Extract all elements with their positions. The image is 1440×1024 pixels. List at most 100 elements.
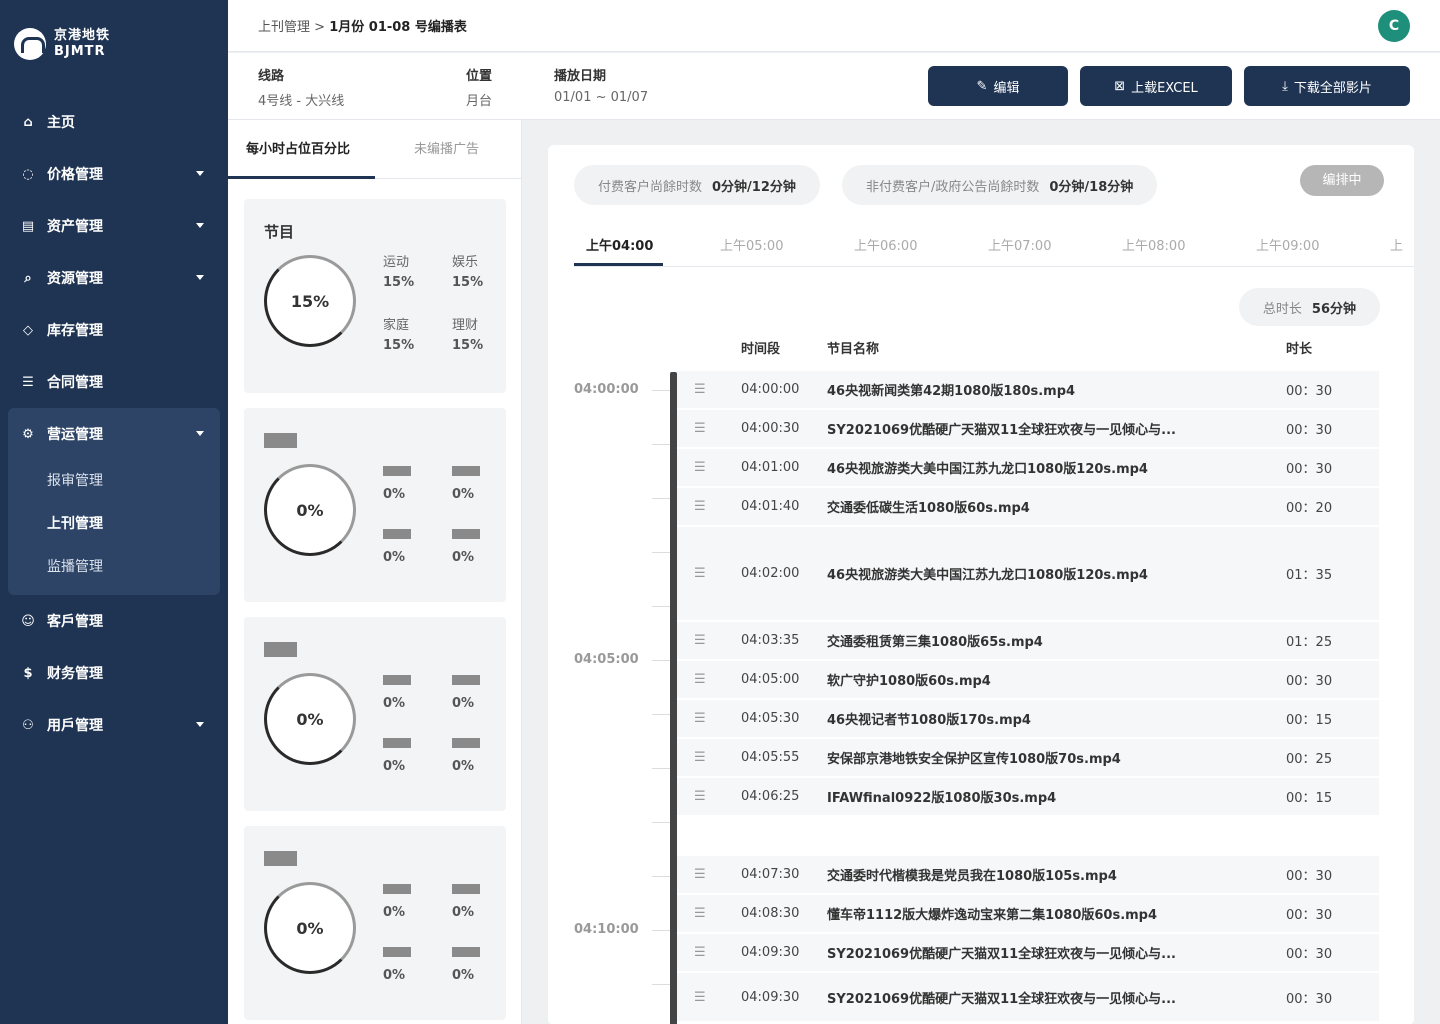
percent-ring: 0% [264, 673, 356, 765]
sidebar-item-assets[interactable]: ▤ 资产管理 [8, 200, 220, 252]
tab-hour-0900[interactable]: 上午09:00 [1256, 235, 1319, 254]
row-duration: 00：30 [1286, 947, 1333, 962]
timeline-tick [652, 444, 670, 445]
position-value: 月台 [466, 94, 493, 109]
schedule-row[interactable]: ☰ 04:05:00 软广守护1080版60s.mp4 00：30 [677, 661, 1379, 700]
row-time: 04:00:30 [741, 421, 800, 436]
row-name: 软广守护1080版60s.mp4 [827, 674, 991, 689]
schedule-row[interactable]: ☰ 04:07:30 交通委时代楷模我是党员我在1080版105s.mp4 00… [677, 856, 1379, 895]
drag-handle-icon[interactable]: ☰ [694, 990, 706, 1005]
timeline-tick [652, 498, 670, 499]
schedule-row[interactable]: ☰ 04:06:25 IFAWfinal0922版1080版30s.mp4 00… [677, 778, 1379, 817]
stat-value: 0% [452, 696, 475, 711]
free-remaining-value: 0分钟/18分钟 [1049, 179, 1134, 195]
sidebar-item-contracts[interactable]: ☰ 合同管理 [8, 356, 220, 408]
drag-handle-icon[interactable]: ☰ [694, 945, 706, 960]
stat-value: 15% [383, 338, 415, 353]
sidebar-item-price[interactable]: ◌ 价格管理 [8, 148, 220, 200]
tab-hour-0400[interactable]: 上午04:00 [586, 235, 653, 254]
schedule-row[interactable]: ☰ 04:00:00 46央视新闻类第42期1080版180s.mp4 00：3… [677, 371, 1379, 410]
sidebar-item-users[interactable]: ⚇ 用戶管理 [8, 699, 220, 751]
schedule-row[interactable]: ☰ 04:02:00 46央视旅游类大美中国江苏九龙口1080版120s.mp4… [677, 527, 1379, 622]
row-time: 04:08:30 [741, 906, 800, 921]
home-icon: ⌂ [23, 114, 33, 130]
schedule-row[interactable]: ☰ 04:03:35 交通委租赁第三集1080版65s.mp4 01：25 [677, 622, 1379, 661]
download-all-button[interactable]: ⤓ 下载全部影片 [1244, 66, 1410, 106]
edit-button[interactable]: ✎ 编辑 [928, 66, 1068, 106]
sidebar-item-label: 主页 [47, 115, 75, 131]
sidebar-item-inventory[interactable]: ◇ 库存管理 [8, 304, 220, 356]
drag-handle-icon[interactable]: ☰ [694, 566, 706, 581]
brand-name-cn: 京港地铁 [54, 28, 111, 43]
row-duration: 00：20 [1286, 501, 1333, 516]
tab-hour-0600[interactable]: 上午06:00 [854, 235, 917, 254]
sidebar-item-operations[interactable]: ⚙ 营运管理 [8, 408, 220, 460]
row-time: 04:09:30 [741, 945, 800, 960]
row-name: 安保部京港地铁安全保护区宣传1080版70s.mp4 [827, 752, 1121, 767]
brand-logo[interactable]: 京港地铁 BJMTR [14, 28, 110, 60]
card-stat: 0% [383, 672, 411, 711]
row-time: 04:03:35 [741, 633, 800, 648]
stat-value: 0% [383, 550, 406, 565]
paid-remaining-value: 0分钟/12分钟 [712, 179, 796, 195]
sidebar-item-finance[interactable]: $ 财务管理 [8, 647, 220, 699]
tab-hour-next[interactable]: 上 [1390, 235, 1403, 254]
row-duration: 01：35 [1286, 568, 1333, 583]
stat-label-placeholder [452, 675, 480, 685]
upload-excel-button[interactable]: ⊠ 上载EXCEL [1080, 66, 1232, 106]
drag-handle-icon[interactable]: ☰ [694, 421, 706, 436]
drag-handle-icon[interactable]: ☰ [694, 867, 706, 882]
drag-handle-icon[interactable]: ☰ [694, 906, 706, 921]
timeline-tick [652, 768, 670, 769]
drag-handle-icon[interactable]: ☰ [694, 633, 706, 648]
sidebar-item-label: 营运管理 [47, 427, 103, 443]
tab-hourly-occupancy[interactable]: 每小时占位百分比 [246, 138, 350, 157]
drag-handle-icon[interactable]: ☰ [694, 382, 706, 397]
stat-label-placeholder [452, 947, 480, 957]
chevron-down-icon [196, 171, 204, 176]
schedule-row[interactable]: ☰ 04:05:55 安保部京港地铁安全保护区宣传1080版70s.mp4 00… [677, 739, 1379, 778]
schedule-row[interactable]: ☰ 04:01:00 46央视旅游类大美中国江苏九龙口1080版120s.mp4… [677, 449, 1379, 488]
tab-hour-0500[interactable]: 上午05:00 [720, 235, 783, 254]
hour-tabs: 上午04:00 上午05:00 上午06:00 上午07:00 上午08:00 … [574, 229, 1414, 267]
schedule-row[interactable]: ☰ 04:09:30 SY2021069优酷硬广天猫双11全球狂欢夜与一见倾心与… [677, 973, 1379, 1023]
sidebar-item-label: 客戶管理 [47, 614, 103, 630]
tab-unscheduled-ads[interactable]: 未编播广告 [414, 138, 479, 157]
tab-hour-0700[interactable]: 上午07:00 [988, 235, 1051, 254]
breadcrumb-parent[interactable]: 上刊管理 [258, 20, 310, 35]
row-name: 46央视新闻类第42期1080版180s.mp4 [827, 384, 1076, 399]
row-time: 04:07:30 [741, 867, 800, 882]
sidebar: 京港地铁 BJMTR ⌂ 主页 ◌ 价格管理 ▤ 资产管理 ⌕ 资源管理 ◇ 库… [0, 0, 228, 1024]
drag-handle-icon[interactable]: ☰ [694, 460, 706, 475]
schedule-row[interactable]: ☰ 04:09:30 SY2021069优酷硬广天猫双11全球狂欢夜与一见倾心与… [677, 934, 1379, 973]
row-name: 46央视旅游类大美中国江苏九龙口1080版120s.mp4 [827, 462, 1148, 477]
drag-handle-icon[interactable]: ☰ [694, 789, 706, 804]
sidebar-nav: ⌂ 主页 ◌ 价格管理 ▤ 资产管理 ⌕ 资源管理 ◇ 库存管理 ☰ 合同管理 [8, 96, 220, 751]
avatar[interactable]: C [1378, 10, 1410, 42]
card-stat: 家庭 15% [383, 314, 414, 353]
occupancy-card: 0% 0% 0% 0% 0% [244, 826, 506, 1020]
schedule-row[interactable]: ☰ 04:08:30 懂车帝1112版大爆炸逸动宝来第二集1080版60s.mp… [677, 895, 1379, 934]
chevron-down-icon [196, 275, 204, 280]
position-field: 位置 月台 [466, 65, 492, 109]
sidebar-item-resources[interactable]: ⌕ 资源管理 [8, 252, 220, 304]
paid-remaining-label: 付费客户尚餘时数 [598, 179, 703, 195]
line-label: 线路 [258, 69, 285, 84]
drag-handle-icon[interactable]: ☰ [694, 750, 706, 765]
card-stat: 运动 15% [383, 251, 414, 290]
stat-label-placeholder [383, 947, 411, 957]
schedule-row[interactable]: ☰ 04:00:30 SY2021069优酷硬广天猫双11全球狂欢夜与一见倾心与… [677, 410, 1379, 449]
drag-handle-icon[interactable]: ☰ [694, 711, 706, 726]
schedule-row[interactable]: ☰ 04:01:40 交通委低碳生活1080版60s.mp4 00：20 [677, 488, 1379, 527]
download-all-label: 下载全部影片 [1293, 80, 1372, 96]
sidebar-subitem-review[interactable]: 报审管理 [8, 460, 220, 503]
schedule-row[interactable]: ☰ 04:05:30 46央视记者节1080版170s.mp4 00：15 [677, 700, 1379, 739]
upload-excel-label: 上载EXCEL [1131, 80, 1198, 96]
tab-hour-0800[interactable]: 上午08:00 [1122, 235, 1185, 254]
sidebar-subitem-monitor[interactable]: 监播管理 [8, 546, 220, 589]
sidebar-item-home[interactable]: ⌂ 主页 [8, 96, 220, 148]
drag-handle-icon[interactable]: ☰ [694, 499, 706, 514]
drag-handle-icon[interactable]: ☰ [694, 672, 706, 687]
sidebar-item-customers[interactable]: ☺ 客戶管理 [8, 595, 220, 647]
sidebar-subitem-publish[interactable]: 上刊管理 [8, 503, 220, 546]
